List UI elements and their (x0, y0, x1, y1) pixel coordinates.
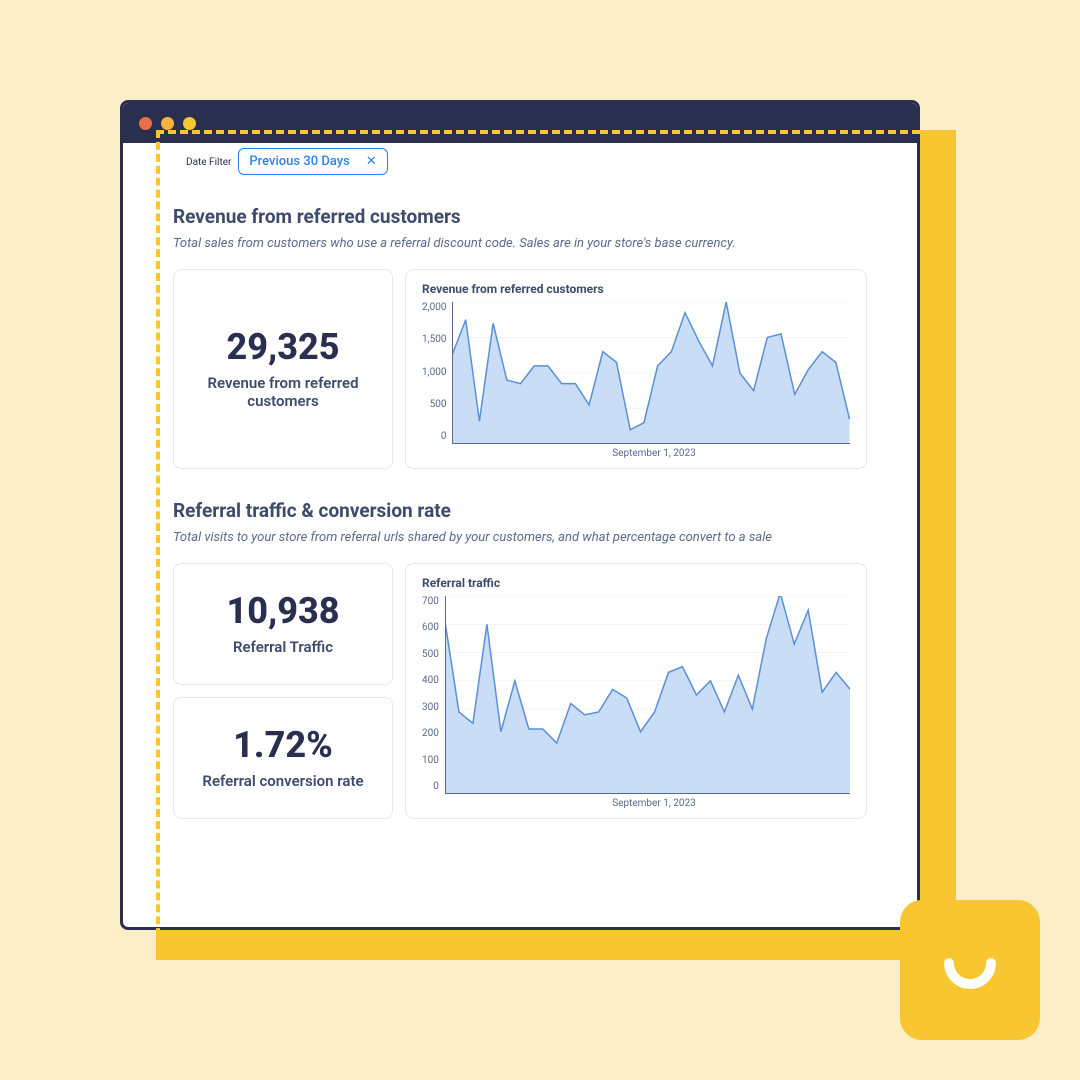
window-titlebar (123, 103, 917, 143)
conversion-stat-card: 1.72% Referral conversion rate (173, 697, 393, 819)
chart-y-axis: 2,0001,5001,0005000 (422, 302, 452, 444)
conversion-stat-label: Referral conversion rate (186, 772, 380, 790)
revenue-chart-title: Revenue from referred customers (422, 282, 850, 296)
chart-x-label: September 1, 2023 (422, 448, 850, 459)
revenue-section-subtitle: Total sales from customers who use a ref… (173, 236, 867, 251)
traffic-section-title: Referral traffic & conversion rate (173, 499, 867, 522)
date-filter-chip[interactable]: Previous 30 Days ✕ (238, 148, 387, 175)
window-dot-min-icon[interactable] (161, 117, 174, 130)
revenue-chart-card: Revenue from referred customers 2,0001,5… (405, 269, 867, 469)
chart-y-axis: 7006005004003002001000 (422, 596, 445, 794)
traffic-chart-card: Referral traffic 7006005004003002001000 … (405, 563, 867, 819)
revenue-stat-label: Revenue from referred customers (186, 374, 380, 410)
revenue-section-title: Revenue from referred customers (173, 205, 867, 228)
smile-logo-icon (900, 900, 1040, 1040)
traffic-stat-card: 10,938 Referral Traffic (173, 563, 393, 685)
revenue-stat-card: 29,325 Revenue from referred customers (173, 269, 393, 469)
traffic-stat-label: Referral Traffic (186, 638, 380, 656)
traffic-stat-value: 10,938 (186, 592, 380, 632)
date-filter-label: Date Filter (183, 157, 234, 168)
window-dot-close-icon[interactable] (139, 117, 152, 130)
revenue-stat-value: 29,325 (186, 328, 380, 368)
date-filter-value: Previous 30 Days (249, 154, 349, 169)
chart-x-label: September 1, 2023 (422, 798, 850, 809)
browser-window: Date Filter Previous 30 Days ✕ Revenue f… (120, 100, 920, 930)
close-icon[interactable]: ✕ (366, 154, 377, 169)
window-dot-max-icon[interactable] (183, 117, 196, 130)
conversion-stat-value: 1.72% (186, 726, 380, 766)
traffic-section-subtitle: Total visits to your store from referral… (173, 530, 867, 545)
traffic-chart-title: Referral traffic (422, 576, 850, 590)
